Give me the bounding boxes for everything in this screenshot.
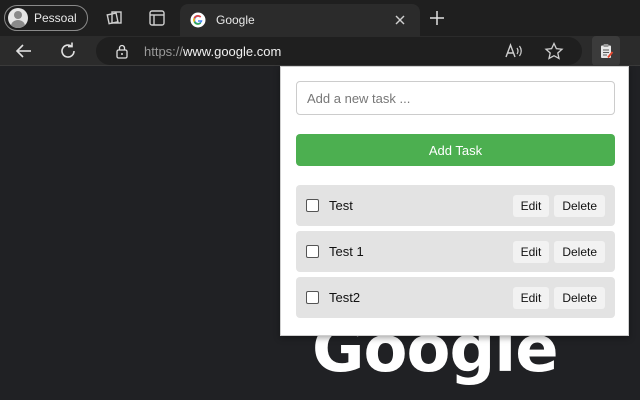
read-aloud-icon[interactable]: [504, 42, 524, 60]
tab-google[interactable]: Google: [180, 4, 420, 36]
back-arrow-icon[interactable]: [12, 39, 36, 63]
task-checkbox[interactable]: [306, 291, 319, 304]
address-bar[interactable]: https://www.google.com: [96, 37, 582, 65]
refresh-icon[interactable]: [56, 39, 80, 63]
url-scheme: https://: [144, 44, 184, 59]
task-checkbox[interactable]: [306, 245, 319, 258]
url-host: www.google.com: [183, 44, 282, 59]
tab-title: Google: [216, 13, 255, 27]
close-tab-icon[interactable]: [390, 10, 410, 30]
browser-toolbar: https://www.google.com: [0, 36, 640, 66]
workspaces-icon[interactable]: [104, 7, 126, 29]
delete-task-button[interactable]: Delete: [554, 194, 605, 217]
task-checkbox[interactable]: [306, 199, 319, 212]
todo-extension-popup: Add Task Test Edit Delete Test 1 Edit De…: [280, 66, 629, 336]
extension-button[interactable]: [592, 36, 620, 66]
favorite-star-icon[interactable]: [544, 42, 564, 60]
clipboard-icon: [601, 44, 614, 59]
avatar: [8, 8, 28, 28]
delete-task-button[interactable]: Delete: [554, 286, 605, 309]
list-item: Test Edit Delete: [296, 185, 615, 226]
edit-task-button[interactable]: Edit: [512, 286, 550, 309]
task-label: Test2: [329, 290, 361, 305]
lock-icon[interactable]: [114, 43, 130, 59]
edit-task-button[interactable]: Edit: [512, 194, 550, 217]
task-label: Test 1: [329, 244, 364, 259]
tab-strip: Pessoal Google: [0, 0, 640, 36]
profile-button[interactable]: Pessoal: [4, 5, 88, 31]
profile-label: Pessoal: [34, 11, 77, 25]
new-task-input[interactable]: [296, 81, 615, 115]
list-item: Test 1 Edit Delete: [296, 231, 615, 272]
tab-actions-icon[interactable]: [146, 7, 168, 29]
edit-task-button[interactable]: Edit: [512, 240, 550, 263]
url-text[interactable]: https://www.google.com: [144, 44, 281, 59]
list-item: Test2 Edit Delete: [296, 277, 615, 318]
task-list: Test Edit Delete Test 1 Edit Delete Test…: [296, 185, 615, 323]
task-label: Test: [329, 198, 353, 213]
new-tab-icon[interactable]: [426, 7, 448, 29]
delete-task-button[interactable]: Delete: [554, 240, 605, 263]
google-favicon-icon: [190, 12, 206, 28]
add-task-button[interactable]: Add Task: [296, 134, 615, 166]
